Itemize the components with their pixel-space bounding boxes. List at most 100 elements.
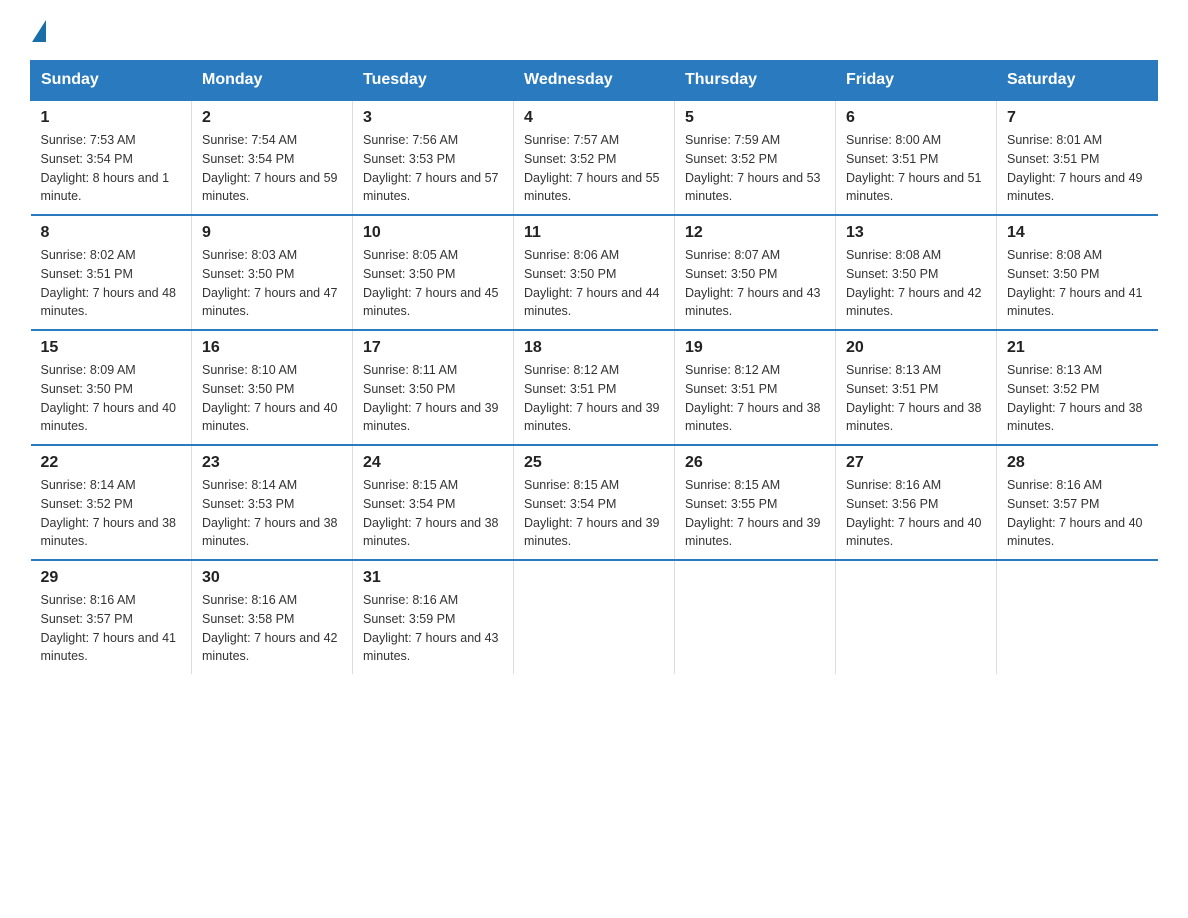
calendar-cell: 19 Sunrise: 8:12 AMSunset: 3:51 PMDayligh… [675,330,836,445]
day-info: Sunrise: 8:15 AMSunset: 3:55 PMDaylight:… [685,476,825,551]
day-number: 17 [363,339,503,357]
day-info: Sunrise: 8:16 AMSunset: 3:59 PMDaylight:… [363,591,503,666]
day-info: Sunrise: 8:14 AMSunset: 3:53 PMDaylight:… [202,476,342,551]
calendar-week-row: 29Sunrise: 8:16 AMSunset: 3:57 PMDayligh… [31,560,1158,674]
day-number: 31 [363,569,503,587]
day-number: 26 [685,454,825,472]
day-info: Sunrise: 8:16 AMSunset: 3:57 PMDaylight:… [41,591,182,666]
weekday-header-monday: Monday [192,61,353,101]
day-number: 30 [202,569,342,587]
day-number: 19 [685,339,825,357]
day-number: 11 [524,224,664,242]
weekday-header-tuesday: Tuesday [353,61,514,101]
calendar-cell [836,560,997,674]
day-info: Sunrise: 7:59 AMSunset: 3:52 PMDaylight:… [685,131,825,206]
day-number: 14 [1007,224,1148,242]
day-number: 4 [524,109,664,127]
day-info: Sunrise: 8:05 AMSunset: 3:50 PMDaylight:… [363,246,503,321]
day-info: Sunrise: 8:15 AMSunset: 3:54 PMDaylight:… [524,476,664,551]
calendar-cell: 24 Sunrise: 8:15 AMSunset: 3:54 PMDayligh… [353,445,514,560]
weekday-header-saturday: Saturday [997,61,1158,101]
day-number: 22 [41,454,182,472]
day-number: 5 [685,109,825,127]
calendar-cell: 11 Sunrise: 8:06 AMSunset: 3:50 PMDayligh… [514,215,675,330]
calendar-week-row: 22 Sunrise: 8:14 AMSunset: 3:52 PMDayligh… [31,445,1158,560]
calendar-cell: 22 Sunrise: 8:14 AMSunset: 3:52 PMDayligh… [31,445,192,560]
calendar-cell: 17 Sunrise: 8:11 AMSunset: 3:50 PMDayligh… [353,330,514,445]
calendar-cell: 30 Sunrise: 8:16 AMSunset: 3:58 PMDayligh… [192,560,353,674]
calendar-cell: 3 Sunrise: 7:56 AMSunset: 3:53 PMDaylight… [353,100,514,215]
day-info: Sunrise: 8:16 AMSunset: 3:58 PMDaylight:… [202,591,342,666]
day-number: 28 [1007,454,1148,472]
day-info: Sunrise: 7:53 AMSunset: 3:54 PMDaylight:… [41,131,182,206]
weekday-header-friday: Friday [836,61,997,101]
calendar-cell: 18 Sunrise: 8:12 AMSunset: 3:51 PMDayligh… [514,330,675,445]
day-info: Sunrise: 8:09 AMSunset: 3:50 PMDaylight:… [41,361,182,436]
day-info: Sunrise: 7:54 AMSunset: 3:54 PMDaylight:… [202,131,342,206]
day-number: 25 [524,454,664,472]
day-info: Sunrise: 8:00 AMSunset: 3:51 PMDaylight:… [846,131,986,206]
calendar-week-row: 1 Sunrise: 7:53 AMSunset: 3:54 PMDaylight… [31,100,1158,215]
calendar-cell: 7 Sunrise: 8:01 AMSunset: 3:51 PMDaylight… [997,100,1158,215]
day-info: Sunrise: 8:11 AMSunset: 3:50 PMDaylight:… [363,361,503,436]
calendar-cell: 9Sunrise: 8:03 AMSunset: 3:50 PMDaylight… [192,215,353,330]
calendar-cell: 31 Sunrise: 8:16 AMSunset: 3:59 PMDayligh… [353,560,514,674]
day-number: 13 [846,224,986,242]
calendar-cell: 5 Sunrise: 7:59 AMSunset: 3:52 PMDaylight… [675,100,836,215]
calendar-table: SundayMondayTuesdayWednesdayThursdayFrid… [30,60,1158,674]
day-number: 20 [846,339,986,357]
day-number: 23 [202,454,342,472]
day-number: 10 [363,224,503,242]
day-number: 6 [846,109,986,127]
day-number: 24 [363,454,503,472]
day-info: Sunrise: 8:07 AMSunset: 3:50 PMDaylight:… [685,246,825,321]
weekday-header-wednesday: Wednesday [514,61,675,101]
day-info: Sunrise: 8:12 AMSunset: 3:51 PMDaylight:… [524,361,664,436]
weekday-header-row: SundayMondayTuesdayWednesdayThursdayFrid… [31,61,1158,101]
calendar-cell: 27 Sunrise: 8:16 AMSunset: 3:56 PMDayligh… [836,445,997,560]
calendar-cell: 1 Sunrise: 7:53 AMSunset: 3:54 PMDaylight… [31,100,192,215]
day-number: 8 [41,224,182,242]
day-info: Sunrise: 8:08 AMSunset: 3:50 PMDaylight:… [846,246,986,321]
calendar-cell [997,560,1158,674]
day-number: 7 [1007,109,1148,127]
calendar-cell: 23 Sunrise: 8:14 AMSunset: 3:53 PMDayligh… [192,445,353,560]
day-info: Sunrise: 8:03 AMSunset: 3:50 PMDaylight:… [202,246,342,321]
day-info: Sunrise: 8:16 AMSunset: 3:57 PMDaylight:… [1007,476,1148,551]
logo [30,20,46,40]
day-number: 21 [1007,339,1148,357]
day-info: Sunrise: 7:56 AMSunset: 3:53 PMDaylight:… [363,131,503,206]
calendar-week-row: 8 Sunrise: 8:02 AMSunset: 3:51 PMDaylight… [31,215,1158,330]
day-info: Sunrise: 8:02 AMSunset: 3:51 PMDaylight:… [41,246,182,321]
calendar-cell: 2 Sunrise: 7:54 AMSunset: 3:54 PMDaylight… [192,100,353,215]
weekday-header-thursday: Thursday [675,61,836,101]
day-info: Sunrise: 8:12 AMSunset: 3:51 PMDaylight:… [685,361,825,436]
calendar-cell: 13 Sunrise: 8:08 AMSunset: 3:50 PMDayligh… [836,215,997,330]
calendar-cell: 4Sunrise: 7:57 AMSunset: 3:52 PMDaylight… [514,100,675,215]
day-number: 18 [524,339,664,357]
calendar-cell: 10 Sunrise: 8:05 AMSunset: 3:50 PMDayligh… [353,215,514,330]
day-number: 3 [363,109,503,127]
day-info: Sunrise: 8:01 AMSunset: 3:51 PMDaylight:… [1007,131,1148,206]
calendar-cell: 26 Sunrise: 8:15 AMSunset: 3:55 PMDayligh… [675,445,836,560]
day-number: 1 [41,109,182,127]
day-number: 2 [202,109,342,127]
day-info: Sunrise: 8:16 AMSunset: 3:56 PMDaylight:… [846,476,986,551]
calendar-cell: 6 Sunrise: 8:00 AMSunset: 3:51 PMDaylight… [836,100,997,215]
logo-triangle-icon [32,20,46,42]
day-info: Sunrise: 8:06 AMSunset: 3:50 PMDaylight:… [524,246,664,321]
calendar-cell [675,560,836,674]
day-info: Sunrise: 8:15 AMSunset: 3:54 PMDaylight:… [363,476,503,551]
day-info: Sunrise: 8:13 AMSunset: 3:52 PMDaylight:… [1007,361,1148,436]
day-number: 27 [846,454,986,472]
day-number: 16 [202,339,342,357]
weekday-header-sunday: Sunday [31,61,192,101]
calendar-cell: 28 Sunrise: 8:16 AMSunset: 3:57 PMDayligh… [997,445,1158,560]
calendar-cell: 16Sunrise: 8:10 AMSunset: 3:50 PMDayligh… [192,330,353,445]
day-number: 15 [41,339,182,357]
day-info: Sunrise: 8:14 AMSunset: 3:52 PMDaylight:… [41,476,182,551]
day-number: 12 [685,224,825,242]
calendar-cell: 12 Sunrise: 8:07 AMSunset: 3:50 PMDayligh… [675,215,836,330]
calendar-cell [514,560,675,674]
calendar-cell: 21 Sunrise: 8:13 AMSunset: 3:52 PMDayligh… [997,330,1158,445]
